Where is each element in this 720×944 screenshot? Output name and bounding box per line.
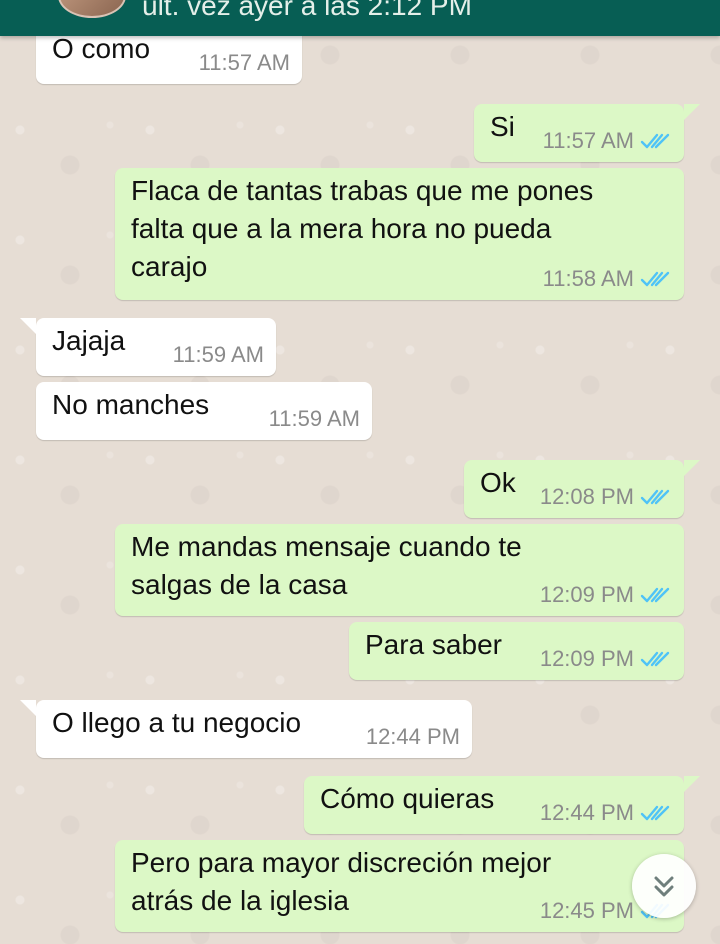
message-text: Ok — [480, 467, 516, 498]
scroll-down-button[interactable] — [632, 854, 696, 918]
message-time: 12:09 PM — [539, 646, 634, 671]
message-meta: 12:44 PM — [540, 802, 672, 824]
message-meta: 11:57 AM — [199, 52, 290, 74]
message-time: 11:57 AM — [542, 128, 634, 153]
message-meta: 11:59 AM — [269, 408, 360, 430]
message-text: Jajaja — [52, 325, 126, 356]
double-check-icon — [640, 587, 670, 603]
message-outgoing[interactable]: Pero para mayor discreción mejor atrás d… — [115, 840, 684, 932]
message-text: O llego a tu negocio — [52, 707, 302, 738]
message-time: 12:44 PM — [365, 724, 460, 749]
message-time: 12:08 PM — [539, 484, 634, 509]
double-check-icon — [640, 271, 670, 287]
message-text: No manches — [52, 389, 210, 420]
message-time: 11:58 AM — [542, 266, 634, 291]
message-meta: 12:09 PM — [540, 648, 672, 670]
message-meta: 12:09 PM — [540, 584, 672, 606]
message-outgoing[interactable]: Para saber 12:09 PM — [349, 622, 684, 680]
message-meta: 11:58 AM — [543, 268, 672, 290]
message-text: Flaca de tantas trabas que me pones falt… — [131, 175, 594, 282]
message-outgoing[interactable]: Me mandas mensaje cuando te salgas de la… — [115, 524, 684, 616]
message-meta: 11:57 AM — [543, 130, 672, 152]
message-time: 12:09 PM — [539, 582, 634, 607]
message-outgoing[interactable]: Flaca de tantas trabas que me pones falt… — [115, 168, 684, 300]
message-outgoing[interactable]: Si 11:57 AM — [474, 104, 700, 162]
avatar[interactable] — [58, 0, 126, 18]
message-time: 12:44 PM — [539, 800, 634, 825]
message-time: 11:59 AM — [268, 406, 360, 431]
chat-header: últ. vez ayer a las 2:12 PM — [0, 0, 720, 36]
message-time: 11:59 AM — [172, 342, 264, 367]
message-meta: 11:59 AM — [173, 344, 264, 366]
chevron-double-down-icon — [654, 876, 674, 897]
message-text: Cómo quieras — [320, 783, 495, 814]
double-check-icon — [640, 651, 670, 667]
message-time: 12:45 PM — [539, 898, 634, 923]
message-text: Pero para mayor discreción mejor atrás d… — [131, 847, 552, 916]
message-meta: 12:44 PM — [366, 726, 460, 748]
message-incoming[interactable]: No manches 11:59 AM — [36, 382, 372, 440]
message-text: Si — [490, 111, 515, 142]
double-check-icon — [640, 133, 670, 149]
message-incoming[interactable]: O llego a tu negocio 12:44 PM — [20, 700, 472, 758]
message-meta: 12:08 PM — [540, 486, 672, 508]
message-text: Me mandas mensaje cuando te salgas de la… — [131, 531, 522, 600]
double-check-icon — [640, 489, 670, 505]
message-text: Para saber — [365, 629, 502, 660]
message-incoming[interactable]: Jajaja 11:59 AM — [20, 318, 276, 376]
message-time: 11:57 AM — [198, 50, 290, 75]
message-outgoing[interactable]: Cómo quieras 12:44 PM — [304, 776, 700, 834]
double-check-icon — [640, 805, 670, 821]
message-list[interactable]: O como 11:57 AM Si 11:57 AM Flaca de tan… — [0, 0, 720, 944]
last-seen-status: últ. vez ayer a las 2:12 PM — [142, 0, 472, 21]
message-outgoing[interactable]: Ok 12:08 PM — [464, 460, 700, 518]
